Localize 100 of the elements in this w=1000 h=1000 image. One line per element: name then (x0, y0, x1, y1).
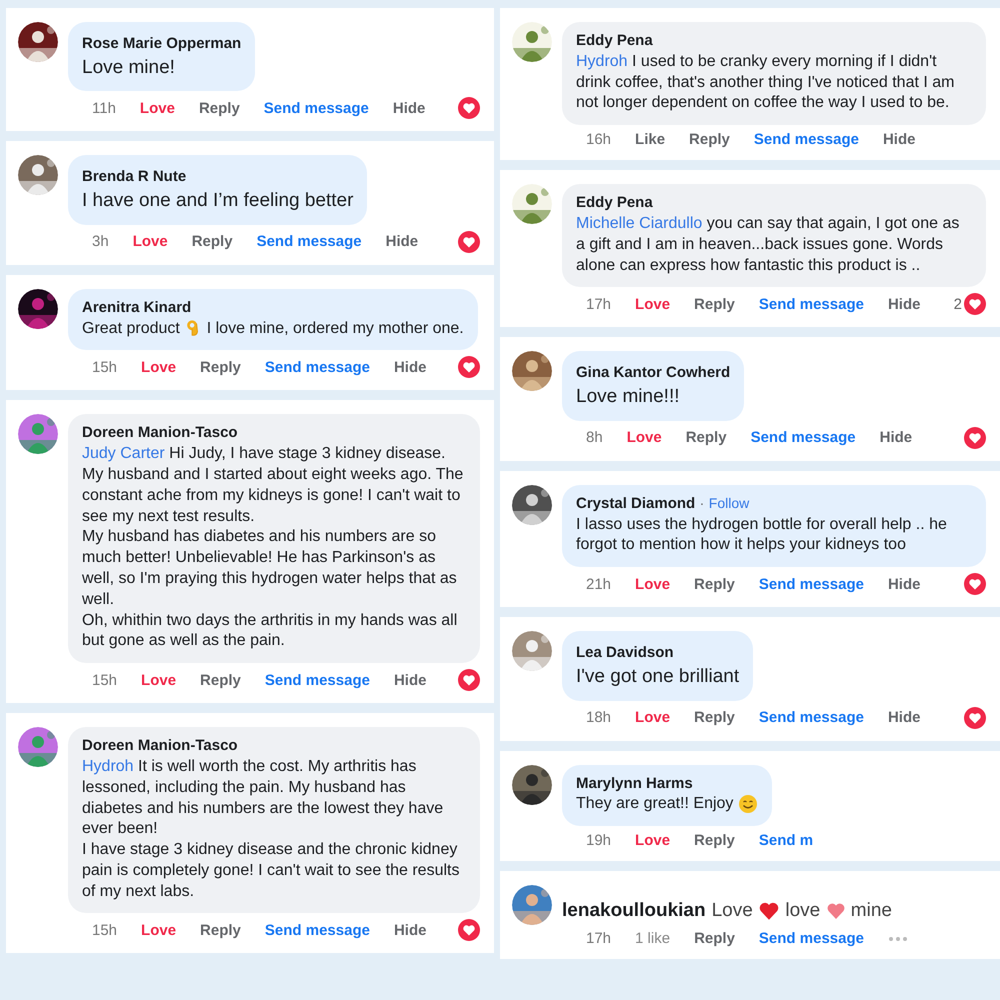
mention-link[interactable]: Judy Carter (82, 445, 165, 462)
reply-link[interactable]: Reply (694, 709, 735, 726)
reply-link[interactable]: Reply (200, 672, 241, 689)
reply-link[interactable]: Reply (694, 576, 735, 593)
hide-link[interactable]: Hide (880, 429, 912, 446)
comment-text: Michelle Ciardullo you can say that again, I got one as a gift and I am in heaven...back issues gone. Words alone can express how fantastic this product is .. (576, 214, 960, 276)
comment-text: I've got one brilliant (576, 664, 740, 689)
author-name[interactable]: Eddy Pena (576, 31, 653, 50)
send-message-link[interactable]: Send message (264, 672, 370, 689)
reply-link[interactable]: Reply (192, 233, 233, 250)
mention-link[interactable]: Hydroh (82, 758, 134, 775)
hide-link[interactable]: Hide (394, 358, 426, 376)
author-name[interactable]: Arenitra Kinard (82, 298, 192, 318)
react-link[interactable]: Love (141, 358, 176, 376)
react-link[interactable]: Love (635, 576, 670, 593)
react-link[interactable]: Love (635, 296, 670, 313)
send-message-link[interactable]: Send message (750, 429, 856, 446)
heart-icon (826, 901, 846, 922)
comment-text: I lasso uses the hydrogen bottle for overall help .. he forgot to mention how it helps your kidneys too (576, 514, 948, 556)
comment-text: Hydroh It is well worth the cost. My arthritis has lessoned, including the pain. My husband has diabetes and his numbers are the lowest they have ever been! (82, 756, 444, 840)
timestamp: 21h (586, 576, 612, 593)
heart-reaction-icon[interactable] (964, 706, 986, 729)
author-name[interactable]: lenakoulloukian (562, 899, 706, 924)
reply-link[interactable]: Reply (198, 100, 240, 117)
react-link[interactable]: Love (141, 922, 176, 939)
heart-icon (758, 900, 780, 922)
react-link[interactable]: Love (626, 429, 662, 446)
smiley-icon (738, 794, 758, 814)
comment-text: My husband has diabetes and his numbers are so much better! Unbelievable! He has Parkinson's as well, so I'm praying this hydrogen water helps that as well. (82, 527, 458, 610)
follow-link[interactable]: Follow (708, 494, 750, 511)
timestamp: 15h (92, 358, 118, 376)
author-name[interactable]: Crystal Diamond (576, 494, 696, 514)
heart-reaction-icon[interactable] (458, 919, 480, 942)
send-message-link[interactable]: Send message (758, 576, 864, 593)
reply-link[interactable]: Reply (694, 930, 735, 948)
timestamp: 11h (92, 100, 116, 117)
send-message-link[interactable]: Send message (256, 233, 362, 250)
hide-link[interactable]: Hide (882, 131, 916, 148)
react-link[interactable]: Love (140, 100, 175, 117)
send-message-link[interactable]: Send message (264, 100, 369, 117)
send-message-link[interactable]: Send message (758, 709, 864, 726)
reply-link[interactable]: Reply (694, 296, 735, 313)
comment-text: I have stage 3 kidney disease and the chronic kidney pain is completely gone! I can't wait to see the results of my next labs. (82, 840, 460, 902)
author-name[interactable]: Gina Kantor Cowherd (576, 363, 730, 383)
timestamp: 18h (586, 709, 612, 726)
comment-text: Love mine!!! (576, 385, 680, 410)
author-name[interactable]: Rose Marie Opperman (82, 34, 242, 54)
separator-dot: · (700, 494, 704, 511)
author-name[interactable]: Lea Davidson (576, 643, 674, 663)
react-link[interactable]: Like (635, 131, 666, 148)
author-name[interactable]: Brenda R Nute (82, 167, 186, 187)
timestamp: 17h (586, 296, 612, 313)
timestamp: 19h (586, 832, 612, 850)
comment-text: I have one and I’m feeling better (82, 189, 354, 214)
hide-link[interactable]: Hide (394, 672, 426, 689)
hide-link[interactable]: Hide (392, 100, 426, 117)
heart-reaction-icon[interactable] (458, 356, 480, 378)
heart-reaction-icon[interactable] (458, 669, 480, 692)
hide-link[interactable]: Hide (386, 233, 418, 250)
author-name[interactable]: Marylynn Harms (576, 774, 693, 794)
hide-link[interactable]: Hide (888, 709, 920, 726)
reply-link[interactable]: Reply (200, 358, 241, 376)
heart-reaction-icon[interactable] (964, 426, 986, 449)
heart-reaction-icon[interactable] (458, 230, 480, 253)
heart-reaction-icon[interactable] (458, 97, 480, 120)
send-message-link[interactable]: Send message (758, 296, 864, 313)
send-message-link[interactable]: Send message (264, 358, 370, 376)
reply-link[interactable]: Reply (200, 922, 241, 939)
send-message-link[interactable]: Send message (264, 922, 370, 939)
react-link[interactable]: Love (635, 709, 670, 726)
like-count[interactable]: 1 like (635, 930, 670, 948)
timestamp: 16h (586, 131, 612, 148)
author-name[interactable]: Doreen Manion-Tasco (82, 423, 238, 443)
reply-link[interactable]: Reply (686, 429, 727, 446)
author-name[interactable]: Eddy Pena (576, 193, 653, 213)
author-name[interactable]: Doreen Manion-Tasco (82, 736, 238, 756)
mention-link[interactable]: Michelle Ciardullo (576, 214, 702, 232)
heart-reaction-icon[interactable] (964, 573, 986, 596)
hide-link[interactable]: Hide (888, 296, 920, 313)
heart-reaction-icon[interactable] (964, 293, 986, 316)
comment-text: Oh, whithin two days the arthritis in my hands was all but gone as well as the pain. (82, 610, 458, 652)
reply-link[interactable]: Reply (694, 832, 735, 850)
react-link[interactable]: Love (635, 832, 670, 850)
react-link[interactable]: Love (132, 233, 168, 250)
mention-link[interactable]: Hydroh (576, 52, 628, 70)
send-message-link[interactable]: Send m (758, 832, 814, 850)
send-message-link[interactable]: Send message (754, 131, 859, 148)
reaction-count: 2 (954, 296, 962, 313)
hide-link[interactable]: Hide (888, 576, 920, 593)
timestamp: 15h (92, 672, 118, 689)
timestamp: 17h (586, 930, 612, 948)
react-link[interactable]: Love (141, 672, 176, 689)
comment-text: Judy Carter Hi Judy, I have stage 3 kidney disease. My husband and I started about eight weeks ago. The constant ache from my kidneys is gone! I can't wait to see my next test results. (82, 444, 464, 527)
comment-text: Love mine! (82, 56, 176, 80)
hide-link[interactable]: Hide (394, 922, 426, 939)
send-message-link[interactable]: Send message (758, 930, 864, 948)
reply-link[interactable]: Reply (689, 131, 730, 148)
comment-text: Hydroh I used to be cranky every morning if I didn't drink coffee, that's another thing I've noticed that I am not longer dependent on coffee the way I used to be. (576, 52, 956, 114)
timestamp: 3h (92, 233, 109, 250)
comment-text: They are great!! Enjoy (576, 794, 758, 816)
